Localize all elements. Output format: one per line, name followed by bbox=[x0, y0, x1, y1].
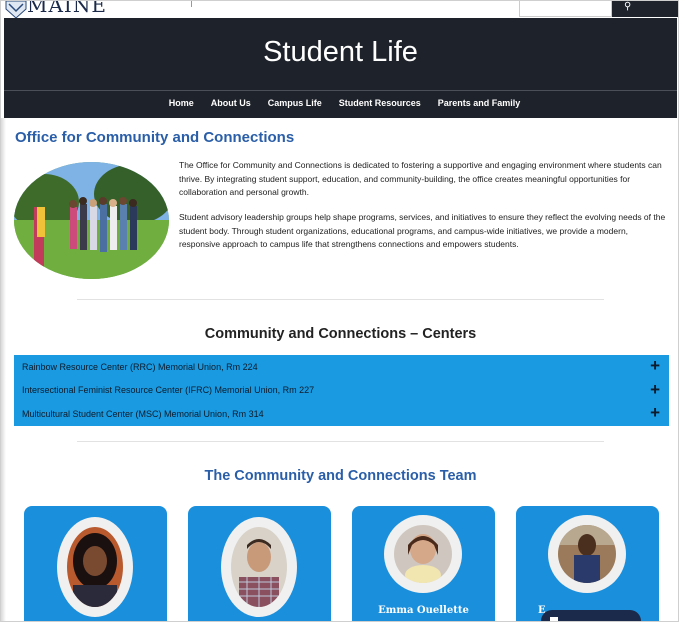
avatar bbox=[57, 517, 133, 617]
page-hero-banner: Student Life bbox=[4, 18, 677, 90]
office-leadership-paragraph: Student advisory leadership groups help … bbox=[179, 212, 666, 249]
plus-icon[interactable]: + bbox=[650, 380, 660, 400]
accordion-item-label: Multicultural Student Center (MSC) Memor… bbox=[22, 408, 264, 419]
avatar bbox=[548, 515, 626, 593]
avatar bbox=[384, 515, 462, 593]
accordion-item-label: Rainbow Resource Center (RRC) Memorial U… bbox=[22, 361, 258, 372]
accordion-item-msc[interactable]: Multicultural Student Center (MSC) Memor… bbox=[14, 402, 669, 426]
top-divider bbox=[191, 1, 192, 7]
centers-accordion: Rainbow Resource Center (RRC) Memorial U… bbox=[14, 355, 669, 426]
page-frame: MAINE ⚲ Student Life Home About Us Campu… bbox=[0, 0, 679, 622]
office-title: Office for Community and Connections bbox=[15, 129, 295, 146]
accordion-item-rrc[interactable]: Rainbow Resource Center (RRC) Memorial U… bbox=[14, 355, 669, 379]
section-divider bbox=[77, 299, 604, 300]
team-title: The Community and Connections Team bbox=[204, 468, 477, 484]
accordion-item-ifrc[interactable]: Intersectional Feminist Resource Center … bbox=[14, 379, 669, 403]
top-utility-bar: MAINE ⚲ bbox=[1, 1, 678, 19]
section-divider bbox=[77, 441, 604, 442]
team-card[interactable]: E bbox=[516, 506, 659, 621]
plus-icon[interactable]: + bbox=[650, 403, 660, 423]
search-input[interactable] bbox=[519, 1, 612, 17]
team-card[interactable] bbox=[24, 506, 167, 621]
page-title: Student Life bbox=[263, 36, 418, 68]
team-card[interactable] bbox=[188, 506, 331, 621]
main-nav: Home About Us Campus Life Student Resour… bbox=[4, 91, 677, 118]
team-member-name: Emma Ouellette bbox=[378, 605, 469, 616]
university-logo[interactable]: MAINE bbox=[27, 1, 107, 17]
office-intro-paragraph: The Office for Community and Connections… bbox=[179, 160, 662, 197]
chat-icon bbox=[550, 617, 558, 621]
nav-item-campus-life[interactable]: Campus Life bbox=[268, 98, 322, 108]
search-icon: ⚲ bbox=[624, 1, 632, 12]
plus-icon[interactable]: + bbox=[650, 356, 660, 376]
nav-item-home[interactable]: Home bbox=[169, 98, 194, 108]
search-button[interactable]: ⚲ bbox=[612, 1, 678, 17]
side-shadow bbox=[1, 118, 6, 621]
group-photo bbox=[14, 162, 169, 279]
chat-widget-button[interactable] bbox=[541, 610, 641, 621]
nav-item-parents-and-family[interactable]: Parents and Family bbox=[438, 98, 521, 108]
team-card[interactable]: Emma Ouellette bbox=[352, 506, 495, 621]
nav-item-student-resources[interactable]: Student Resources bbox=[339, 98, 421, 108]
nav-item-about-us[interactable]: About Us bbox=[211, 98, 251, 108]
accordion-item-label: Intersectional Feminist Resource Center … bbox=[22, 385, 315, 396]
centers-title: Community and Connections – Centers bbox=[204, 326, 477, 342]
maine-shield-icon[interactable] bbox=[5, 1, 27, 19]
avatar bbox=[221, 517, 297, 617]
